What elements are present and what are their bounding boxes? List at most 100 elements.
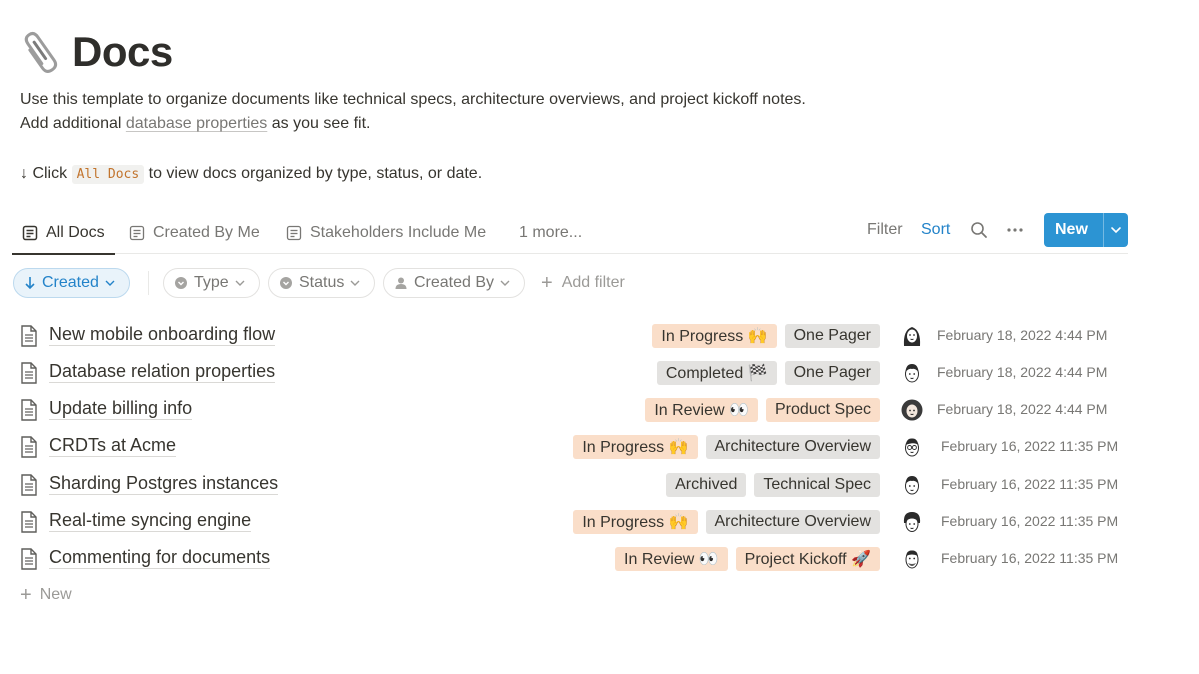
tab-all-docs[interactable]: All Docs — [12, 212, 115, 255]
filter-chip-created-by[interactable]: Created By — [383, 268, 525, 298]
document-icon — [21, 474, 37, 496]
doc-title[interactable]: Database relation properties — [49, 360, 276, 383]
created-date: February 16, 2022 11:35 PM — [941, 550, 1119, 566]
type-badge: One Pager — [784, 361, 880, 385]
avatar-man-icon — [905, 364, 919, 383]
search-icon[interactable] — [970, 212, 988, 248]
hint-text: to view docs organized by type, status, … — [144, 165, 483, 182]
avatar-man-dark-hair-icon — [903, 512, 921, 532]
page-header: Docs — [18, 26, 173, 78]
table-row[interactable]: New mobile onboarding flow In Progress 🙌… — [18, 317, 1128, 354]
tab-created-by-me[interactable]: Created By Me — [129, 212, 260, 254]
type-badge: Architecture Overview — [705, 435, 880, 459]
hint-text: ↓ Click — [20, 165, 72, 182]
avatar-woman-long-hair-icon — [903, 327, 921, 346]
status-badge: In Progress 🙌 — [652, 324, 777, 348]
table-row[interactable]: CRDTs at Acme In Progress 🙌 Architecture… — [18, 428, 1128, 465]
doc-title[interactable]: Sharding Postgres instances — [49, 472, 279, 495]
select-property-icon — [174, 276, 188, 290]
doc-tags: In Progress 🙌 Architecture Overview — [573, 435, 880, 459]
chevron-down-icon — [500, 280, 510, 286]
created-date: February 18, 2022 4:44 PM — [937, 327, 1108, 343]
table-row[interactable]: Database relation properties Completed 🏁… — [18, 354, 1128, 391]
document-icon — [21, 325, 37, 347]
table-row[interactable]: Update billing info In Review 👀 Product … — [18, 391, 1128, 428]
type-badge: Architecture Overview — [705, 510, 880, 534]
filter-bar: Created Type Status Created By + Add fil… — [12, 268, 1128, 298]
sort-chip-created[interactable]: Created — [13, 268, 130, 298]
add-filter-button[interactable]: + Add filter — [541, 268, 625, 298]
status-badge: In Progress 🙌 — [573, 435, 698, 459]
view-hint: ↓ Click All Docs to view docs organized … — [20, 163, 482, 186]
table-row[interactable]: Commenting for documents In Review 👀 Pro… — [18, 540, 1128, 577]
divider — [148, 271, 149, 295]
chip-label: Created By — [414, 274, 495, 291]
type-badge: One Pager — [784, 324, 880, 348]
sort-button[interactable]: Sort — [921, 212, 950, 248]
created-date: February 16, 2022 11:35 PM — [941, 438, 1119, 454]
table-row[interactable]: Real-time syncing engine In Progress 🙌 A… — [18, 503, 1128, 540]
add-new-row-button[interactable]: + New — [20, 585, 72, 605]
more-views-button[interactable]: 1 more... — [519, 212, 582, 254]
doc-title[interactable]: Update billing info — [49, 397, 193, 420]
type-badge: Project Kickoff 🚀 — [735, 547, 880, 571]
created-date: February 16, 2022 11:35 PM — [941, 476, 1119, 492]
status-badge: Completed 🏁 — [656, 361, 777, 385]
doc-tags: In Progress 🙌 Architecture Overview — [573, 510, 880, 534]
status-badge: In Review 👀 — [645, 398, 758, 422]
status-badge: In Progress 🙌 — [573, 510, 698, 534]
doc-title[interactable]: New mobile onboarding flow — [49, 323, 276, 346]
document-icon — [21, 436, 37, 458]
status-badge: In Review 👀 — [615, 547, 728, 571]
list-view-icon — [129, 225, 145, 241]
new-button[interactable]: New — [1044, 213, 1128, 247]
more-options-icon[interactable] — [1006, 212, 1024, 248]
doc-title[interactable]: CRDTs at Acme — [49, 434, 177, 457]
filter-button[interactable]: Filter — [867, 212, 903, 248]
doc-tags: In Progress 🙌 One Pager — [652, 324, 880, 348]
chevron-down-icon[interactable] — [1103, 213, 1128, 247]
plus-icon: + — [541, 272, 553, 294]
list-view-icon — [286, 225, 302, 241]
type-badge: Technical Spec — [754, 473, 880, 497]
arrow-down-icon — [24, 276, 36, 290]
select-property-icon — [279, 276, 293, 290]
page-title[interactable]: Docs — [72, 26, 173, 78]
tab-stakeholders-include-me[interactable]: Stakeholders Include Me — [286, 212, 486, 254]
filter-chip-status[interactable]: Status — [268, 268, 375, 298]
list-view-icon — [22, 225, 38, 241]
chevron-down-icon — [350, 280, 360, 286]
chevron-down-icon — [105, 280, 115, 286]
avatar-man-beard-icon — [905, 550, 919, 569]
doc-tags: Archived Technical Spec — [666, 473, 880, 497]
created-date: February 16, 2022 11:35 PM — [941, 513, 1119, 529]
page-description-line2: Add additional database properties as yo… — [20, 113, 370, 135]
inline-code: All Docs — [71, 165, 145, 184]
doc-tags: In Review 👀 Product Spec — [645, 398, 880, 422]
document-icon — [21, 362, 37, 384]
paperclip-icon[interactable] — [18, 26, 64, 78]
avatar-woman-curly-hair-icon — [901, 399, 923, 421]
chip-label: Status — [299, 274, 345, 291]
chip-label: Type — [194, 274, 229, 291]
doc-title[interactable]: Commenting for documents — [49, 546, 271, 569]
add-row-label: New — [39, 586, 72, 603]
person-icon — [394, 276, 408, 290]
doc-title[interactable]: Real-time syncing engine — [49, 509, 252, 532]
doc-tags: In Review 👀 Project Kickoff 🚀 — [615, 547, 880, 571]
tab-label: Stakeholders Include Me — [310, 224, 487, 241]
database-properties-link[interactable]: database properties — [126, 115, 267, 132]
tab-label: All Docs — [46, 224, 105, 241]
description-text: Add additional — [20, 115, 126, 132]
chip-label: Created — [42, 274, 99, 291]
avatar-man-icon — [905, 476, 919, 495]
created-date: February 18, 2022 4:44 PM — [937, 364, 1108, 380]
filter-chip-type[interactable]: Type — [163, 268, 260, 298]
table-row[interactable]: Sharding Postgres instances Archived Tec… — [18, 466, 1128, 503]
page-description: Use this template to organize documents … — [20, 91, 806, 108]
new-button-label: New — [1055, 221, 1088, 238]
status-badge: Archived — [666, 473, 747, 497]
chevron-down-icon — [235, 280, 245, 286]
type-badge: Product Spec — [765, 398, 880, 422]
document-icon — [21, 511, 37, 533]
